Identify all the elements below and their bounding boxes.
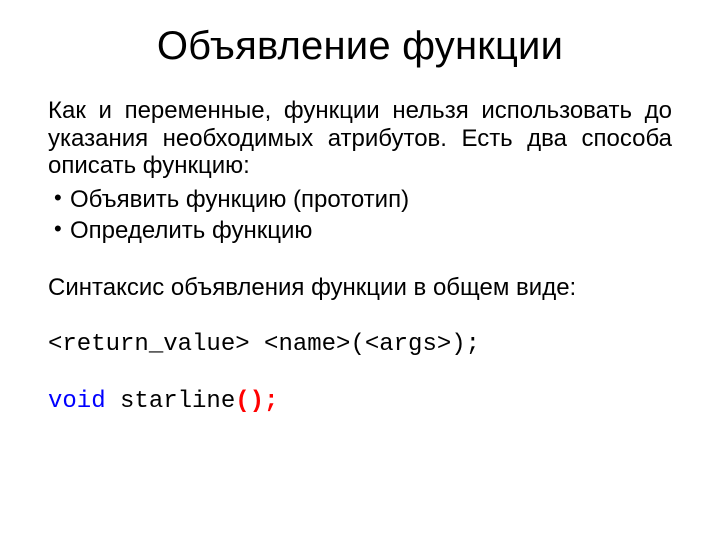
code-function-name: starline (120, 388, 235, 415)
code-space (106, 388, 120, 415)
slide: Объявление функции Как и переменные, фун… (0, 0, 720, 540)
intro-paragraph: Как и переменные, функции нельзя использ… (48, 97, 672, 180)
spacer (48, 246, 672, 274)
spacer (48, 303, 672, 331)
code-open-paren: ( (235, 388, 249, 415)
code-close-paren: ) (250, 388, 264, 415)
spacer (48, 360, 672, 388)
code-semicolon: ; (264, 388, 278, 415)
code-example: void starline(); (48, 388, 672, 417)
syntax-template: <return_value> <name>(<args>); (48, 331, 672, 360)
bullet-list: Объявить функцию (прототип) Определить ф… (48, 184, 672, 246)
list-item: Определить функцию (48, 215, 672, 246)
list-item: Объявить функцию (прототип) (48, 184, 672, 215)
slide-title: Объявление функции (48, 24, 672, 69)
list-item-label: Объявить функцию (прототип) (70, 186, 409, 213)
code-keyword: void (48, 388, 106, 415)
syntax-label: Синтаксис объявления функции в общем вид… (48, 274, 672, 303)
list-item-label: Определить функцию (70, 217, 312, 244)
